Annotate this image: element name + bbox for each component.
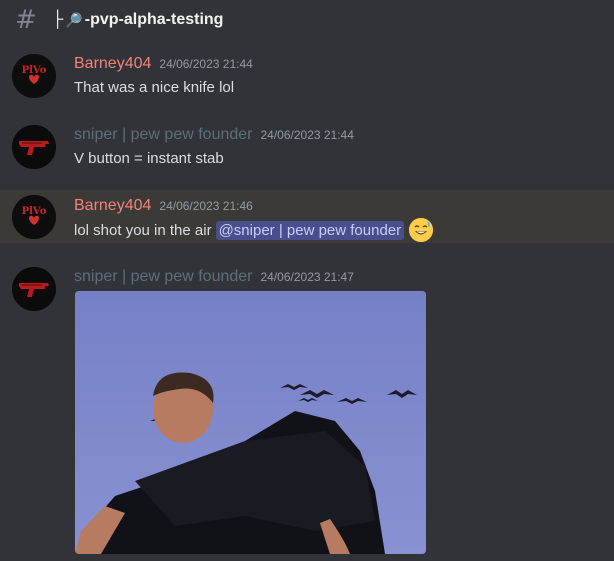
magnifier-icon: 🔎	[65, 11, 83, 28]
channel-name: -pvp-alpha-testing	[84, 11, 224, 28]
avatar[interactable]	[12, 125, 56, 169]
author-name[interactable]: Barney404	[74, 55, 151, 73]
sweat-smile-emoji-icon	[409, 218, 434, 242]
avatar[interactable]: PlVo	[12, 195, 56, 239]
user-mention[interactable]: @sniper | pew pew founder	[215, 220, 405, 240]
author-name[interactable]: Barney404	[74, 197, 151, 215]
message-text: That was a nice knife lol	[74, 79, 235, 96]
red-gun-icon	[12, 125, 56, 169]
red-gun-icon	[12, 267, 56, 311]
timestamp: 24/06/2023 21:47	[260, 270, 354, 284]
author-name[interactable]: sniper | pew pew founder	[74, 126, 252, 144]
avatar[interactable]	[12, 267, 56, 311]
channel-header: # ├ 🔎 -pvp-alpha-testing	[0, 0, 614, 42]
avatar-text: PlVo	[22, 65, 47, 76]
plevo-avatar-icon: PlVo	[12, 195, 56, 239]
plevo-avatar-icon: PlVo	[12, 54, 56, 98]
message-text: V button = instant stab	[74, 150, 224, 167]
message-3: PlVo Barney404 24/06/2023 21:46 lol shot…	[0, 190, 614, 243]
channel-title[interactable]: ├ 🔎 -pvp-alpha-testing	[52, 11, 223, 29]
author-name[interactable]: sniper | pew pew founder	[74, 268, 252, 286]
avatar[interactable]: PlVo	[12, 54, 56, 98]
message-text-row: lol shot you in the air @sniper | pew pe…	[74, 218, 434, 242]
hash-icon: #	[15, 5, 37, 35]
gif-image	[75, 291, 426, 554]
gif-attachment[interactable]	[75, 291, 426, 554]
timestamp: 24/06/2023 21:46	[159, 199, 253, 213]
timestamp: 24/06/2023 21:44	[260, 128, 354, 142]
message-text: lol shot you in the air	[74, 221, 212, 239]
message-1: PlVo Barney404 24/06/2023 21:44 That was…	[0, 49, 614, 111]
avatar-text: PlVo	[22, 206, 47, 217]
timestamp: 24/06/2023 21:44	[159, 57, 253, 71]
channel-prefix: ├	[52, 11, 64, 28]
message-2: sniper | pew pew founder 24/06/2023 21:4…	[0, 120, 614, 182]
